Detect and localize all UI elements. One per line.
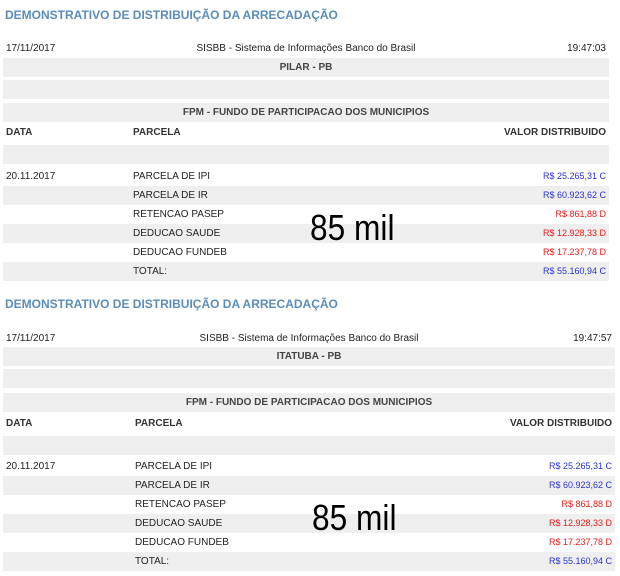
- row-value: R$ 17.237,78 D: [548, 537, 612, 547]
- spacer-bar: [3, 145, 609, 164]
- fund-bar: FPM - FUNDO DE PARTICIPACAO DOS MUNICIPI…: [3, 103, 609, 122]
- table-row-total: TOTAL: R$ 55.160,94 C: [3, 552, 615, 571]
- report-itatuba: DEMONSTRATIVO DE DISTRIBUIÇÃO DA ARRECAD…: [0, 290, 620, 576]
- table-row: DEDUCAO SAUDE R$ 12.928,33 D: [3, 224, 609, 243]
- table-row: PARCELA DE IR R$ 60.923,62 C: [3, 186, 609, 205]
- col-data: DATA: [6, 127, 33, 138]
- col-parcela: PARCELA: [133, 127, 181, 138]
- col-data: DATA: [6, 418, 33, 429]
- fund-bar: FPM - FUNDO DE PARTICIPACAO DOS MUNICIPI…: [3, 393, 615, 412]
- row-value: R$ 861,88 D: [555, 209, 606, 219]
- row-label: PARCELA DE IPI: [135, 461, 213, 472]
- report-time: 19:47:57: [573, 333, 612, 344]
- system-name: SISBB - Sistema de Informações Banco do …: [199, 333, 419, 344]
- row-label: DEDUCAO FUNDEB: [135, 537, 229, 548]
- row-label: RETENCAO PASEP: [135, 499, 226, 510]
- report-pilar: DEMONSTRATIVO DE DISTRIBUIÇÃO DA ARRECAD…: [0, 0, 620, 290]
- spacer-bar: [3, 369, 615, 388]
- row-label: PARCELA DE IR: [135, 480, 210, 491]
- overlay-annotation: 85 mil: [310, 207, 395, 248]
- report-title: DEMONSTRATIVO DE DISTRIBUIÇÃO DA ARRECAD…: [5, 8, 338, 22]
- row-value: R$ 12.928,33 D: [542, 228, 606, 238]
- row-label: DEDUCAO FUNDEB: [133, 247, 227, 258]
- row-value: R$ 17.237,78 D: [542, 247, 606, 257]
- row-label: DEDUCAO SAUDE: [135, 518, 223, 529]
- row-value: R$ 60.923,62 C: [548, 480, 612, 490]
- table-row: RETENCAO PASEP R$ 861,88 D: [3, 205, 609, 224]
- col-valor: VALOR DISTRIBUIDO: [509, 418, 612, 429]
- row-label: TOTAL:: [135, 556, 170, 567]
- municipality-name: PILAR - PB: [279, 62, 333, 73]
- report-title: DEMONSTRATIVO DE DISTRIBUIÇÃO DA ARRECAD…: [5, 297, 338, 311]
- row-label: PARCELA DE IPI: [133, 171, 211, 182]
- table-row: DEDUCAO FUNDEB R$ 17.237,78 D: [3, 243, 609, 262]
- col-parcela: PARCELA: [135, 418, 183, 429]
- row-value: R$ 861,88 D: [561, 499, 612, 509]
- table-row: 20.11.2017 PARCELA DE IPI R$ 25.265,31 C: [3, 457, 615, 476]
- col-valor: VALOR DISTRIBUIDO: [503, 127, 606, 138]
- fund-name: FPM - FUNDO DE PARTICIPACAO DOS MUNICIPI…: [182, 107, 430, 118]
- row-value: R$ 55.160,94 C: [542, 266, 606, 276]
- municipality-bar: ITATUBA - PB: [3, 347, 615, 366]
- column-headers: DATA PARCELA VALOR DISTRIBUIDO: [3, 123, 609, 142]
- spacer-bar: [3, 436, 615, 455]
- column-headers: DATA PARCELA VALOR DISTRIBUIDO: [3, 414, 615, 433]
- row-date: 20.11.2017: [6, 171, 56, 182]
- header-info-row: 17/11/2017 SISBB - Sistema de Informaçõe…: [3, 329, 615, 348]
- table-row: 20.11.2017 PARCELA DE IPI R$ 25.265,31 C: [3, 167, 609, 186]
- overlay-annotation: 85 mil: [312, 497, 397, 538]
- report-time: 19:47:03: [567, 43, 606, 54]
- system-name: SISBB - Sistema de Informações Banco do …: [196, 43, 416, 54]
- row-value: R$ 55.160,94 C: [548, 556, 612, 566]
- table-row: DEDUCAO FUNDEB R$ 17.237,78 D: [3, 533, 615, 552]
- table-row: PARCELA DE IR R$ 60.923,62 C: [3, 476, 615, 495]
- row-label: PARCELA DE IR: [133, 190, 208, 201]
- fund-name: FPM - FUNDO DE PARTICIPACAO DOS MUNICIPI…: [185, 397, 433, 408]
- row-value: R$ 12.928,33 D: [548, 518, 612, 528]
- municipality-bar: PILAR - PB: [3, 58, 609, 77]
- table-row-total: TOTAL: R$ 55.160,94 C: [3, 262, 609, 281]
- row-value: R$ 60.923,62 C: [542, 190, 606, 200]
- municipality-name: ITATUBA - PB: [276, 351, 342, 362]
- row-date: 20.11.2017: [6, 461, 56, 472]
- table-row: DEDUCAO SAUDE R$ 12.928,33 D: [3, 514, 615, 533]
- row-value: R$ 25.265,31 C: [542, 171, 606, 181]
- header-info-row: 17/11/2017 SISBB - Sistema de Informaçõe…: [3, 39, 609, 58]
- row-label: TOTAL:: [133, 266, 168, 277]
- row-value: R$ 25.265,31 C: [548, 461, 612, 471]
- spacer-bar: [3, 80, 609, 99]
- row-label: DEDUCAO SAUDE: [133, 228, 221, 239]
- table-row: RETENCAO PASEP R$ 861,88 D: [3, 495, 615, 514]
- row-label: RETENCAO PASEP: [133, 209, 224, 220]
